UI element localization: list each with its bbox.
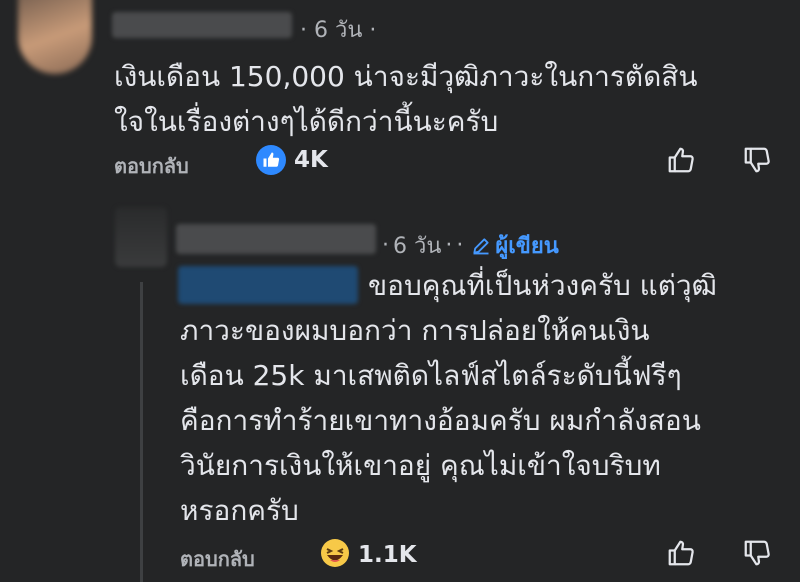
dot-separator: · xyxy=(300,18,307,43)
reply-text-line: วินัยการเงินให้เขาอยู่ คุณไม่เข้าใจบริบท xyxy=(180,449,661,482)
reaction-summary[interactable]: 4K xyxy=(256,145,328,175)
reply-reaction-count: 1.1K xyxy=(358,542,417,568)
reply-text-line: ภาวะของผมบอกว่า การปล่อยให้คนเงิน xyxy=(180,314,650,347)
thumbs-down-icon xyxy=(744,540,770,566)
reply-body: ขอบคุณที่เป็นห่วงครับ แต่วุฒิ ภาวะของผมบ… xyxy=(180,263,790,533)
comment-text-line: ใจในเรื่องต่างๆได้ดีกว่านี้นะครับ xyxy=(114,105,499,138)
comment-body: เงินเดือน 150,000 น่าจะมีวุฒิภาวะในการตั… xyxy=(114,54,794,144)
reply-reply-button[interactable]: ตอบกลับ xyxy=(180,543,255,575)
laughing-emoji-icon xyxy=(320,538,350,572)
dot-separator: · xyxy=(369,18,377,43)
reply-text-line: คือการทำร้ายเขาทางอ้อมครับ ผมกำลังสอน xyxy=(180,404,701,437)
dot-separator: · xyxy=(456,233,464,258)
reply-text-line: เดือน 25k มาเสพติดไลฟ์สไตล์ระดับนี้ฟรีๆ xyxy=(180,359,682,392)
commenter-avatar[interactable] xyxy=(18,0,92,74)
like-button[interactable] xyxy=(664,143,698,177)
comment-text-line: เงินเดือน 150,000 น่าจะมีวุฒิภาวะในการตั… xyxy=(114,60,698,93)
thumbs-down-icon xyxy=(744,147,770,173)
reply-text-line: หรอกครับ xyxy=(180,494,299,527)
commenter-name[interactable] xyxy=(112,12,292,38)
reaction-count: 4K xyxy=(294,147,328,173)
thumbs-up-icon xyxy=(668,540,694,566)
like-icon xyxy=(256,145,286,175)
reply-like-button[interactable] xyxy=(664,536,698,570)
reply-meta: · 6 วัน · · ผู้เขียน xyxy=(382,228,559,263)
author-badge: ผู้เขียน xyxy=(471,228,559,263)
reply-dislike-button[interactable] xyxy=(740,536,774,570)
comment-time[interactable]: 6 วัน xyxy=(314,18,362,43)
dislike-button[interactable] xyxy=(740,143,774,177)
reply-author-name[interactable] xyxy=(176,224,376,254)
dot-separator: · xyxy=(445,233,453,258)
thumbs-up-icon xyxy=(668,147,694,173)
reply-time[interactable]: 6 วัน xyxy=(393,228,441,263)
author-badge-label: ผู้เขียน xyxy=(495,234,559,259)
reply-author-avatar[interactable] xyxy=(115,207,167,267)
pencil-icon xyxy=(473,237,489,254)
comment-meta: · 6 วัน · xyxy=(300,12,376,47)
reply-reaction-summary[interactable]: 1.1K xyxy=(320,538,417,572)
reply-button[interactable]: ตอบกลับ xyxy=(114,150,189,182)
thread-connector xyxy=(140,282,143,582)
dot-separator: · xyxy=(382,233,389,258)
reply-text-line: ขอบคุณที่เป็นห่วงครับ แต่วุฒิ xyxy=(368,269,717,302)
